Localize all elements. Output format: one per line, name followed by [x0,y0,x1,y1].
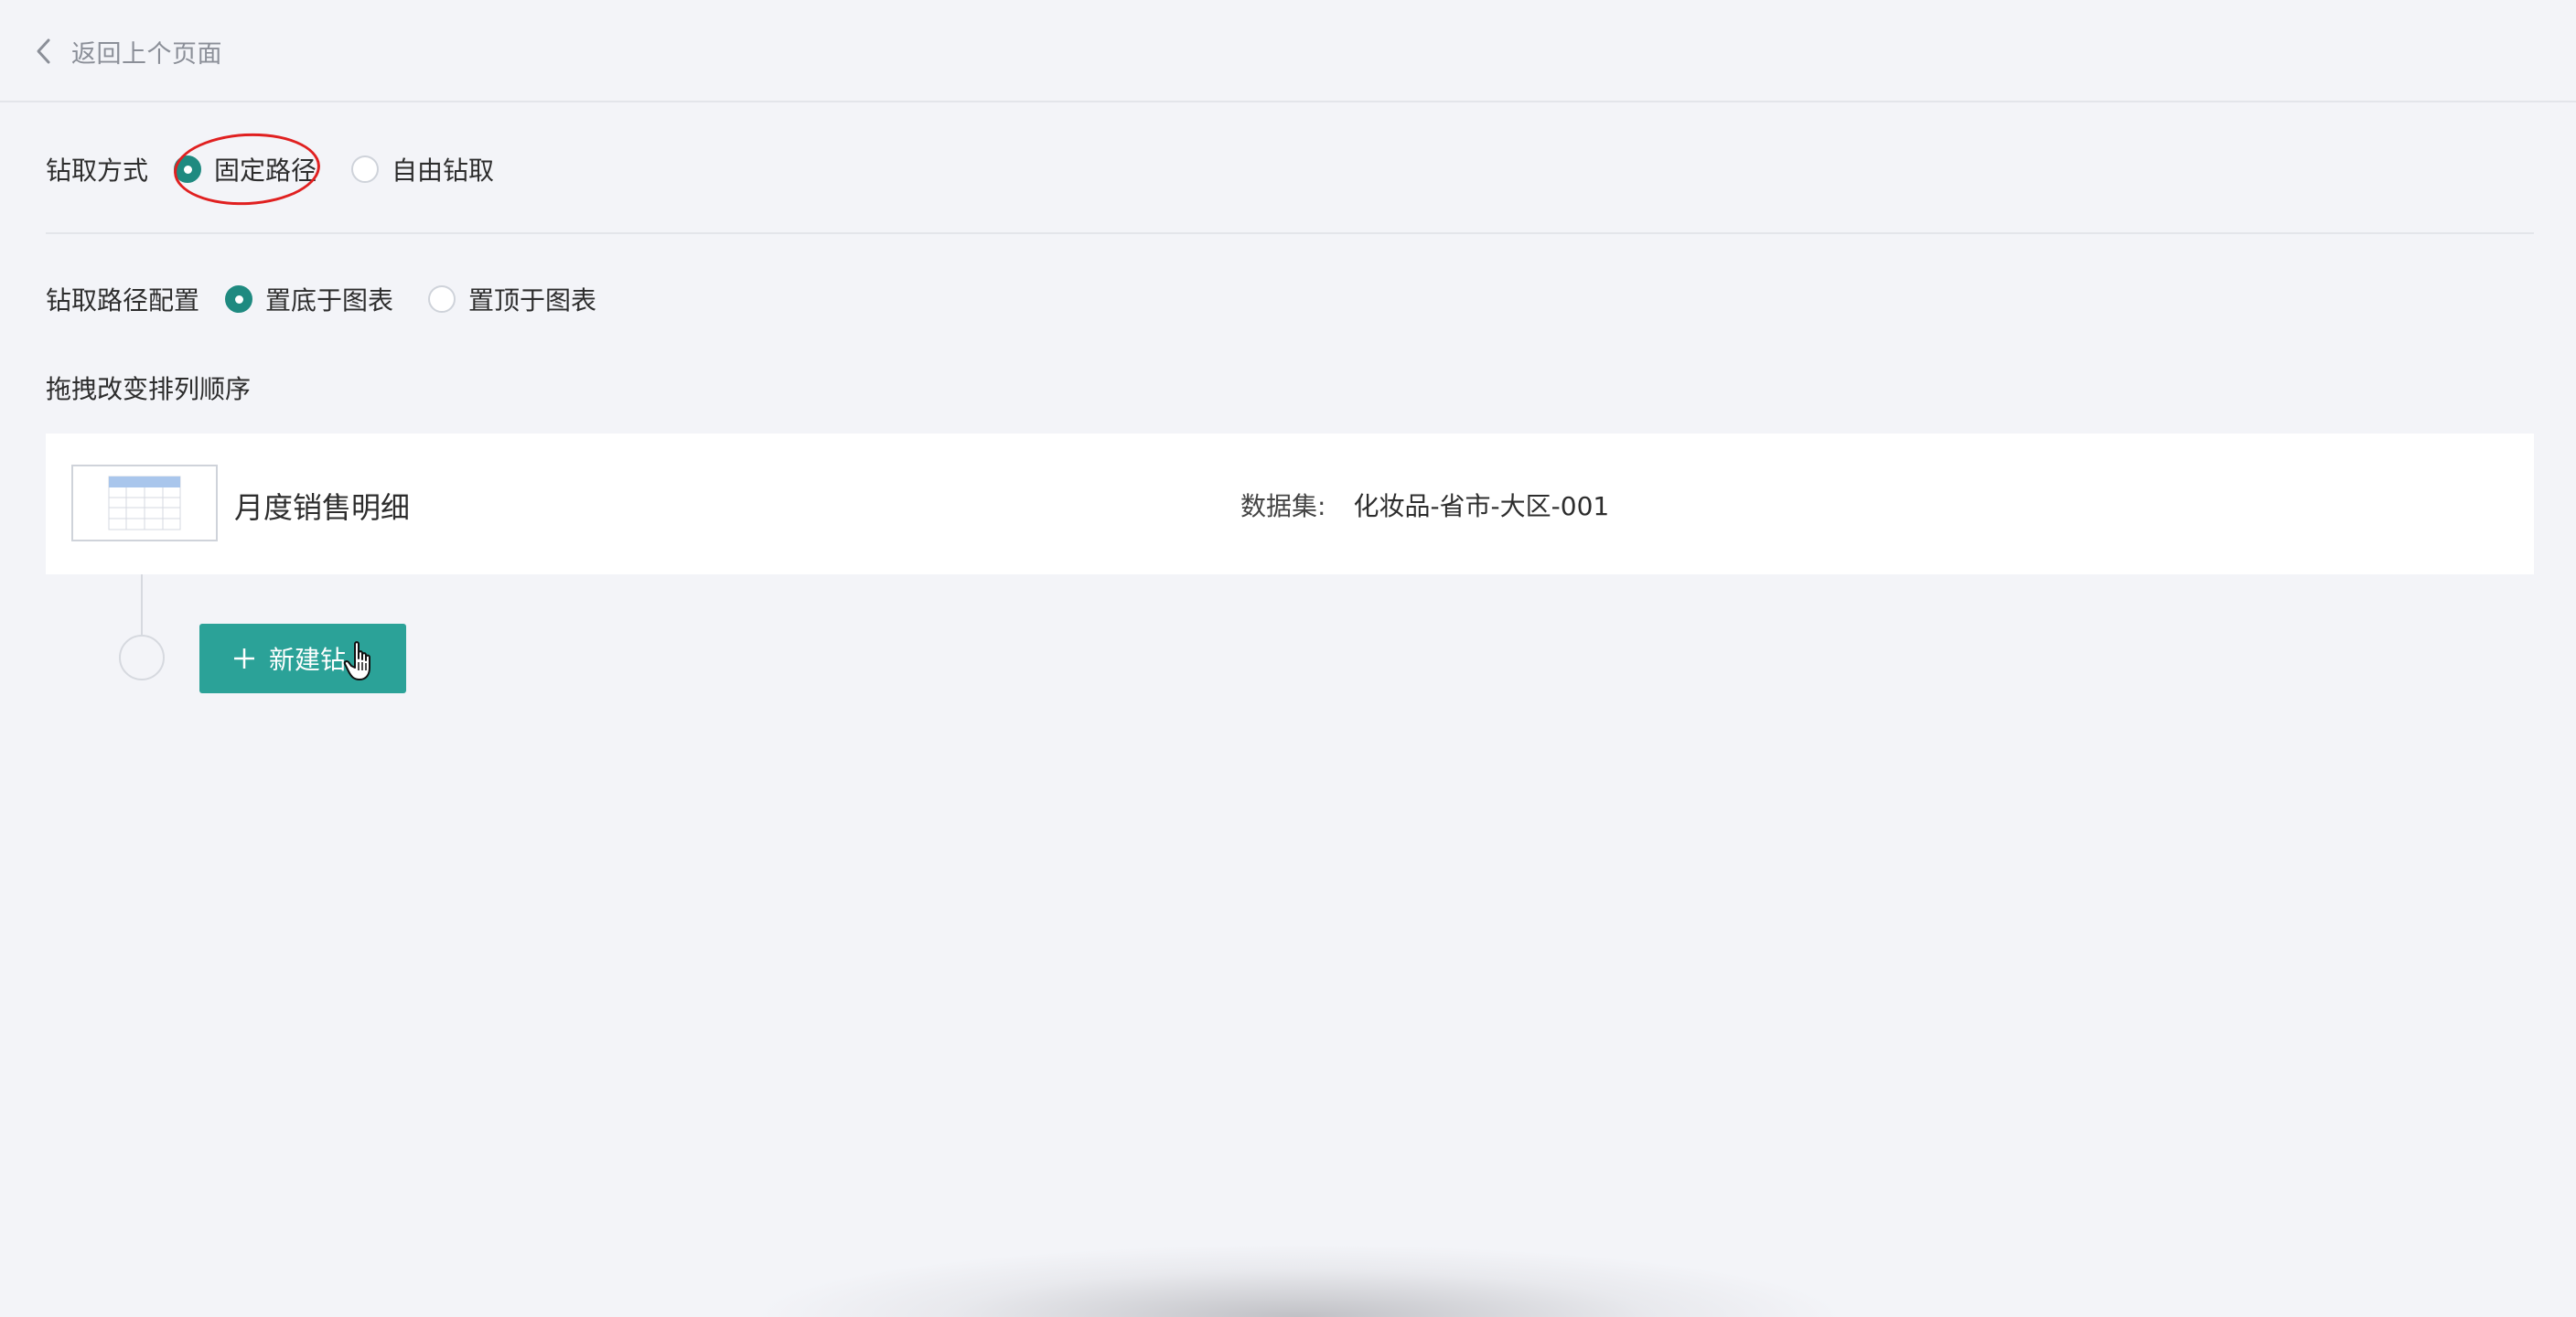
bottom-shadow-decoration [750,1244,1848,1317]
radio-unchecked-icon [351,155,380,183]
table-thumbnail-icon [71,465,218,541]
drill-mode-row: 钻取方式 固定路径 自由钻取 [46,150,529,188]
dataset-value: 化妆品-省市-大区-001 [1353,491,1610,521]
path-config-label: 钻取路径配置 [46,285,200,316]
back-link-label: 返回上个页面 [71,39,222,69]
chart-card[interactable]: 月度销售明细 数据集: 化妆品-省市-大区-001 [46,434,2534,574]
radio-top-of-chart[interactable]: 置顶于图表 [428,281,596,317]
chart-card-dataset: 数据集: 化妆品-省市-大区-001 [1240,487,1609,523]
radio-top-of-chart-label: 置顶于图表 [468,285,597,316]
radio-unchecked-icon [428,285,456,313]
drill-config-page: 返回上个页面 钻取方式 固定路径 自由钻取 钻取路径配置 置底于图表 置顶于图表… [0,0,2576,1317]
radio-bottom-of-chart-label: 置底于图表 [265,285,394,316]
radio-free-drill[interactable]: 自由钻取 [351,151,494,187]
path-connector-line [141,574,143,635]
path-config-row: 钻取路径配置 置底于图表 置顶于图表 [46,280,631,318]
new-drill-button[interactable]: 新建钻 [199,624,406,693]
section-divider [46,232,2534,234]
radio-fixed-path-label: 固定路径 [214,155,317,186]
chart-card-title: 月度销售明细 [234,490,411,525]
radio-checked-icon [225,285,253,313]
radio-checked-icon [174,155,202,183]
path-node-circle [119,635,165,680]
dataset-label: 数据集: [1240,491,1326,521]
radio-bottom-of-chart[interactable]: 置底于图表 [225,281,393,317]
radio-fixed-path[interactable]: 固定路径 [174,151,317,187]
new-drill-button-label: 新建钻 [269,645,347,675]
plus-icon [232,647,256,670]
top-bar: 返回上个页面 [0,0,2576,102]
drill-mode-label: 钻取方式 [46,155,149,186]
radio-free-drill-label: 自由钻取 [392,155,495,186]
sort-hint: 拖拽改变排列顺序 [46,374,252,404]
chevron-left-icon [26,33,62,70]
back-link[interactable]: 返回上个页面 [26,27,222,75]
